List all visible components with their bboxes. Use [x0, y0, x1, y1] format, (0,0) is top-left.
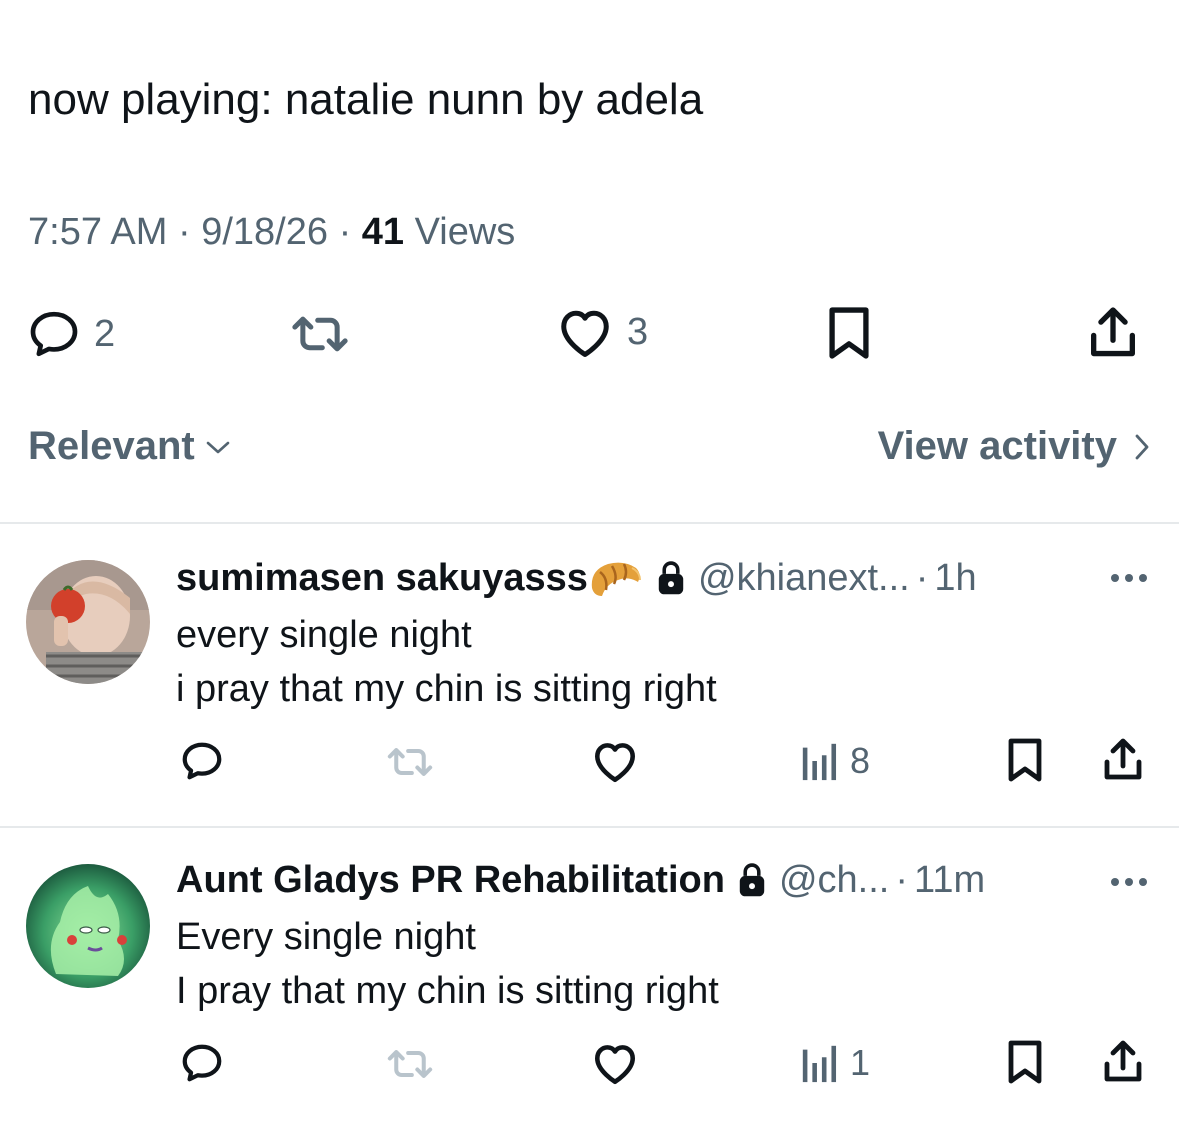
author-name[interactable]: Aunt Gladys PR Rehabilitation	[176, 856, 725, 904]
like-count: 3	[627, 311, 649, 353]
reply-header: Aunt Gladys PR Rehabilitation @ch... · 1…	[176, 856, 985, 904]
reply-time[interactable]: 11m	[914, 856, 985, 904]
share-icon	[1091, 307, 1135, 357]
analytics-button[interactable]: 1	[800, 1042, 870, 1084]
more-icon[interactable]	[1111, 878, 1147, 886]
avatar-image	[26, 864, 150, 988]
views-count[interactable]: 41	[362, 211, 404, 253]
croissant-emoji	[591, 562, 641, 596]
reply-icon	[30, 311, 78, 357]
reply-header: sumimasen sakuyasss @khianext... · 1h	[176, 554, 977, 602]
like-icon	[595, 1045, 635, 1085]
repost-icon	[387, 748, 433, 776]
analytics-button[interactable]: 8	[800, 740, 870, 782]
share-button[interactable]	[1086, 304, 1140, 362]
meta-separator: ·	[338, 211, 352, 253]
reply-button[interactable]	[178, 1040, 226, 1086]
analytics-icon	[802, 743, 837, 781]
tweet-text: now playing: natalie nunn by adela	[28, 75, 704, 124]
reply-text: Every single night I pray that my chin i…	[176, 910, 719, 1018]
sort-dropdown[interactable]: Relevant	[28, 424, 231, 469]
avatar[interactable]	[26, 864, 150, 988]
author-name[interactable]: sumimasen sakuyasss	[176, 554, 588, 602]
repost-icon	[387, 1050, 433, 1078]
reply-line: Every single night	[176, 916, 476, 958]
reply-button[interactable]	[178, 738, 226, 784]
repost-button[interactable]	[288, 306, 352, 362]
tweet-time[interactable]: 7:57 AM	[28, 211, 167, 253]
more-icon[interactable]	[1111, 574, 1147, 582]
bookmark-button[interactable]	[824, 304, 874, 362]
bookmark-button[interactable]	[1004, 1038, 1046, 1086]
reply-count: 2	[94, 313, 116, 355]
views-count: 1	[850, 1042, 871, 1083]
like-button[interactable]	[590, 738, 640, 784]
repost-button[interactable]	[384, 1042, 436, 1086]
divider	[0, 522, 1179, 524]
lock-icon	[735, 861, 769, 899]
lock-icon	[654, 559, 688, 597]
header-separator: ·	[895, 859, 908, 901]
view-activity-label: View activity	[877, 424, 1117, 468]
repost-button[interactable]	[384, 740, 436, 784]
avatar-image	[26, 560, 150, 684]
like-icon	[561, 310, 609, 357]
view-activity-link[interactable]: View activity	[878, 424, 1151, 469]
bookmark-icon	[1008, 1040, 1042, 1084]
reply-line: i pray that my chin is sitting right	[176, 668, 717, 710]
tweet-meta: 7:57 AM · 9/18/26 · 41 Views	[28, 208, 515, 256]
author-handle[interactable]: @khianext...	[698, 554, 910, 602]
like-icon	[595, 743, 635, 783]
avatar[interactable]	[26, 560, 150, 684]
share-icon	[1104, 1040, 1142, 1082]
views-label[interactable]: Views	[415, 211, 516, 253]
header-separator: ·	[915, 557, 929, 599]
like-button[interactable]: 3	[555, 304, 648, 360]
like-button[interactable]	[590, 1040, 640, 1086]
chevron-down-icon	[206, 441, 230, 453]
reply-button[interactable]: 2	[26, 306, 115, 362]
share-button[interactable]	[1100, 1038, 1146, 1086]
bookmark-icon	[829, 307, 869, 359]
reply-icon	[182, 742, 222, 780]
bookmark-button[interactable]	[1004, 736, 1046, 784]
share-icon	[1104, 738, 1142, 780]
author-handle[interactable]: @ch...	[779, 856, 889, 904]
reply-icon	[182, 1044, 222, 1082]
views-count: 8	[850, 740, 871, 781]
reply-line: every single night	[176, 614, 472, 656]
reply-time[interactable]: 1h	[934, 554, 976, 602]
repost-icon	[292, 316, 348, 352]
tweet-date[interactable]: 9/18/26	[201, 211, 328, 253]
divider	[0, 826, 1179, 828]
share-button[interactable]	[1100, 736, 1146, 784]
bookmark-icon	[1008, 738, 1042, 782]
chevron-right-icon	[1135, 434, 1149, 459]
sort-label: Relevant	[28, 424, 195, 468]
reply-text: every single night i pray that my chin i…	[176, 608, 717, 716]
reply-line: I pray that my chin is sitting right	[176, 970, 719, 1012]
meta-separator: ·	[177, 211, 191, 253]
analytics-icon	[802, 1045, 837, 1083]
